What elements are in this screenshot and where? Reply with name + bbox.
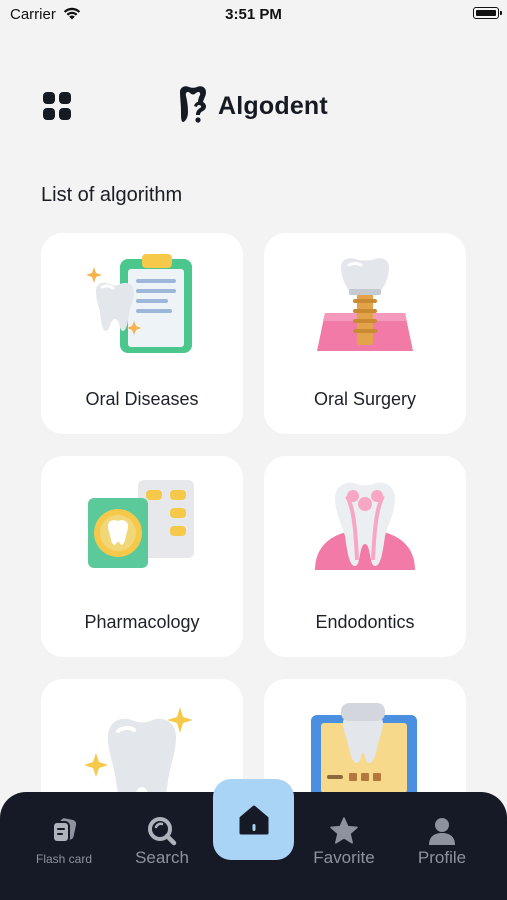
nav-label: Flash card bbox=[35, 852, 93, 866]
nav-label: Profile bbox=[417, 848, 467, 867]
nav-label: Favorite bbox=[313, 848, 375, 867]
nav-profile[interactable]: Profile bbox=[392, 816, 492, 868]
status-time: 3:51 PM bbox=[225, 6, 282, 23]
category-card-pharmacology[interactable]: Pharmacology bbox=[41, 456, 243, 657]
flash-card-icon bbox=[52, 818, 77, 843]
category-label: Oral Surgery bbox=[313, 389, 417, 409]
category-card-endodontics[interactable]: Endodontics bbox=[264, 456, 466, 657]
battery-level bbox=[475, 9, 496, 16]
nav-label: Search bbox=[135, 848, 189, 867]
person-icon bbox=[429, 818, 455, 845]
tooth-question-logo-icon bbox=[180, 86, 206, 123]
nav-search[interactable]: Search bbox=[112, 816, 212, 868]
pill-blister-illustration-icon bbox=[88, 480, 194, 568]
nav-home-button[interactable] bbox=[213, 779, 294, 860]
star-icon bbox=[330, 817, 358, 844]
category-label: Endodontics bbox=[315, 612, 415, 632]
app-title: Algodent bbox=[218, 91, 328, 120]
dental-xray-monitor-illustration-icon bbox=[311, 703, 417, 799]
grid-menu-button[interactable] bbox=[42, 91, 72, 121]
nav-flash-card[interactable]: Flash card bbox=[14, 816, 114, 866]
app-brand: Algodent bbox=[176, 84, 328, 128]
tooth-clipboard-illustration-icon bbox=[86, 254, 192, 353]
status-bar: Carrier 3:51 PM bbox=[0, 0, 507, 30]
category-label: Pharmacology bbox=[84, 612, 200, 632]
battery-icon bbox=[473, 7, 502, 19]
sparkling-tooth-illustration-icon bbox=[84, 707, 193, 807]
dental-implant-illustration-icon bbox=[317, 258, 413, 351]
category-card-oral-diseases[interactable]: Oral Diseases bbox=[41, 233, 243, 434]
category-card-oral-surgery[interactable]: Oral Surgery bbox=[264, 233, 466, 434]
home-icon bbox=[239, 805, 268, 834]
category-label: Oral Diseases bbox=[85, 389, 199, 409]
tooth-root-illustration-icon bbox=[315, 482, 415, 570]
section-title: List of algorithm bbox=[41, 184, 183, 206]
search-icon bbox=[148, 817, 177, 846]
nav-favorite[interactable]: Favorite bbox=[294, 816, 394, 868]
